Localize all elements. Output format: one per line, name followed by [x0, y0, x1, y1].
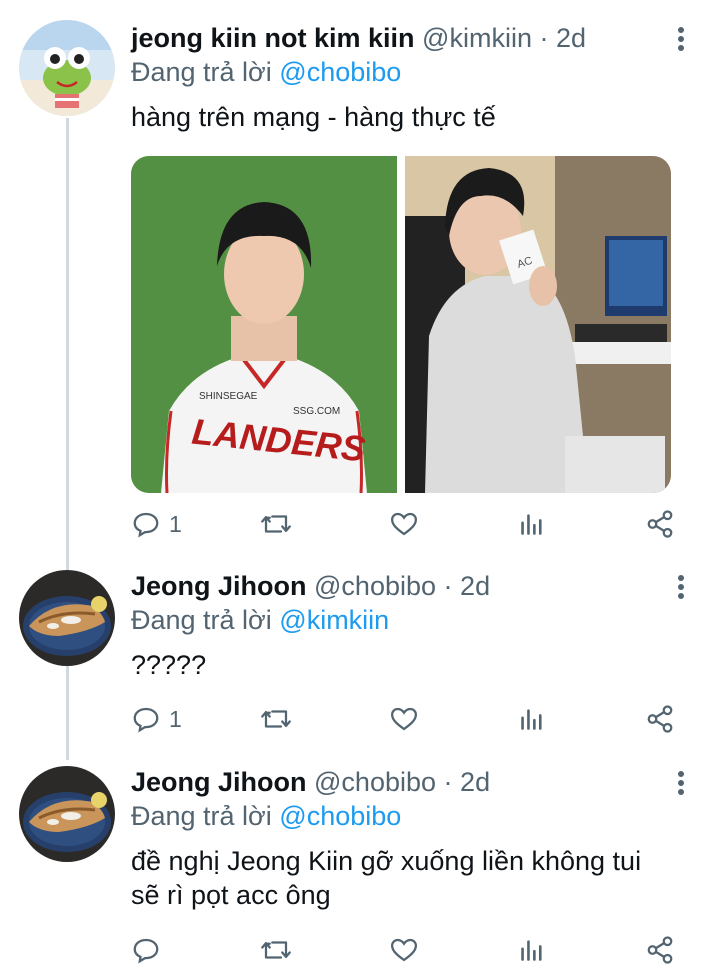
analytics-icon — [521, 514, 542, 535]
share-button[interactable] — [645, 506, 675, 542]
share-icon — [647, 936, 673, 964]
share-icon — [647, 705, 673, 733]
like-button[interactable] — [389, 701, 427, 737]
display-name[interactable]: Jeong Jihoon — [131, 571, 307, 601]
heart-icon — [390, 707, 418, 731]
tweet-text: đề nghị Jeong Kiin gỡ xuống liền không t… — [131, 844, 691, 912]
tweet-text: hàng trên mạng - hàng thực tế — [131, 100, 691, 134]
display-name[interactable]: Jeong Jihoon — [131, 767, 307, 797]
more-options-icon[interactable] — [668, 572, 694, 602]
display-name[interactable]: jeong kiin not kim kiin — [131, 23, 415, 53]
reply-button[interactable]: 1 — [131, 701, 182, 737]
separator-dot: · — [443, 571, 453, 601]
mention-link[interactable]: @chobibo — [279, 57, 401, 87]
tweet-text-line: hàng trên mạng - hàng thực tế — [131, 102, 496, 132]
tweet-actions: 1 — [131, 506, 691, 542]
avatar[interactable] — [19, 20, 115, 116]
like-button[interactable] — [389, 506, 427, 542]
photo-drinking-coffee[interactable]: AC — [405, 156, 671, 493]
analytics-icon — [521, 940, 542, 961]
tweet-text-line: đề nghị Jeong Kiin gỡ xuống liền không t… — [131, 846, 642, 876]
user-handle[interactable]: @chobibo — [314, 571, 436, 601]
analytics-button[interactable] — [519, 701, 545, 737]
replying-to: Đang trả lời @chobibo — [131, 56, 401, 88]
tweet-text: ????? — [131, 648, 691, 682]
avatar[interactable] — [19, 766, 115, 862]
tweet-header: jeong kiin not kim kiin @kimkiin · 2d — [131, 22, 586, 54]
timestamp[interactable]: 2d — [460, 571, 490, 601]
mention-link[interactable]: @chobibo — [279, 801, 401, 831]
retweet-button[interactable] — [259, 506, 301, 542]
tweet-media[interactable]: SHINSEGAE SSG.COM LANDERS AC — [131, 156, 671, 493]
user-handle[interactable]: @kimkiin — [422, 23, 532, 53]
photo-image: SHINSEGAE SSG.COM LANDERS — [131, 156, 397, 493]
replying-prefix: Đang trả lời — [131, 801, 272, 831]
analytics-button[interactable] — [519, 506, 545, 542]
avatar[interactable] — [19, 570, 115, 666]
photo-image: AC — [405, 156, 671, 493]
analytics-icon — [521, 709, 542, 730]
mention-link[interactable]: @kimkiin — [279, 605, 389, 635]
jersey-site-text: SSG.COM — [293, 406, 340, 417]
photo-baseball-jersey[interactable]: SHINSEGAE SSG.COM LANDERS — [131, 156, 397, 493]
share-icon — [647, 510, 673, 538]
heart-icon — [390, 938, 418, 962]
reply-count: 1 — [169, 510, 182, 537]
more-options-icon[interactable] — [668, 24, 694, 54]
timestamp[interactable]: 2d — [460, 767, 490, 797]
reply-icon — [133, 512, 159, 538]
reply-button[interactable] — [131, 932, 169, 968]
retweet-icon — [261, 941, 291, 959]
retweet-icon — [261, 515, 291, 533]
replying-prefix: Đang trả lời — [131, 57, 272, 87]
reply-count: 1 — [169, 705, 182, 732]
tweet-header: Jeong Jihoon @chobibo · 2d — [131, 570, 490, 602]
like-button[interactable] — [389, 932, 427, 968]
tweet-text-line: ????? — [131, 650, 207, 680]
keroppi-frog-avatar — [19, 20, 115, 116]
share-button[interactable] — [645, 932, 675, 968]
tweet-header: Jeong Jihoon @chobibo · 2d — [131, 766, 490, 798]
retweet-button[interactable] — [259, 932, 301, 968]
separator-dot: · — [443, 767, 453, 797]
retweet-button[interactable] — [259, 701, 301, 737]
share-button[interactable] — [645, 701, 675, 737]
retweet-icon — [261, 710, 291, 728]
grilled-fish-avatar — [19, 570, 115, 666]
reply-icon — [133, 707, 159, 733]
analytics-button[interactable] — [519, 932, 545, 968]
tweet-text-line: sẽ rì pọt acc ông — [131, 880, 331, 910]
timestamp[interactable]: 2d — [556, 23, 586, 53]
heart-icon — [390, 512, 418, 536]
jersey-brand-text: SHINSEGAE — [199, 391, 258, 402]
more-options-icon[interactable] — [668, 768, 694, 798]
grilled-fish-avatar — [19, 766, 115, 862]
tweet-actions — [131, 932, 691, 968]
separator-dot: · — [539, 23, 549, 53]
replying-to: Đang trả lời @kimkiin — [131, 604, 389, 636]
reply-icon — [133, 938, 159, 964]
replying-to: Đang trả lời @chobibo — [131, 800, 401, 832]
tweet-actions: 1 — [131, 701, 691, 737]
user-handle[interactable]: @chobibo — [314, 767, 436, 797]
reply-button[interactable]: 1 — [131, 506, 182, 542]
replying-prefix: Đang trả lời — [131, 605, 272, 635]
